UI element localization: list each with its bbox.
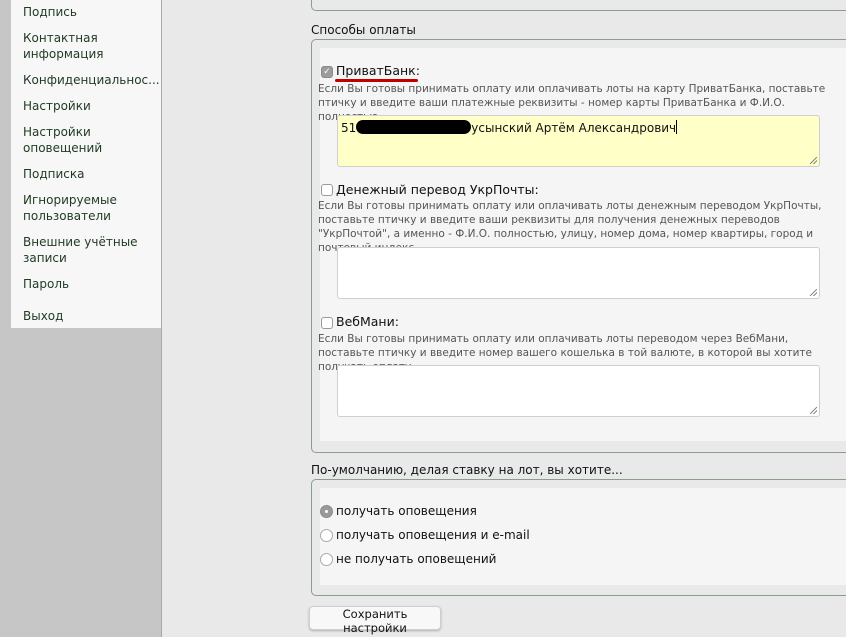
privatbank-checkbox[interactable]: ✓ [321,66,333,78]
privatbank-details-textarea[interactable]: 51 усынский Артём Александрович [337,115,820,167]
payment-legend: Способы оплаты [311,23,416,37]
redaction-mark [356,120,472,134]
previous-fieldset [311,0,846,11]
radio-notify-email-label[interactable]: получать оповещения и e-mail [336,528,530,542]
webmoney-checkbox[interactable] [321,317,333,329]
resize-grip-icon[interactable] [810,157,817,164]
resize-grip-icon[interactable] [810,289,817,296]
ukrposhta-checkbox[interactable] [321,184,333,196]
privatbank-label: ПриватБанк: [336,63,420,78]
save-settings-button[interactable]: Сохранить настройки [309,606,441,635]
radio-no-notify[interactable] [320,553,333,566]
privatbank-value-prefix: 51 [341,121,357,135]
sidebar-item-subscription[interactable]: Подписка [23,166,159,182]
sidebar-item-contact[interactable]: Контактная информация [23,30,133,62]
sidebar-item-privacy[interactable]: Конфиденциальнос... [23,72,159,88]
privatbank-value-suffix: усынский Артём Александрович [471,121,677,135]
text-cursor [676,120,678,134]
sidebar-item-external-accounts[interactable]: Внешние учётные записи [23,234,143,266]
bid-default-legend: По-умолчанию, делая ставку на лот, вы хо… [311,463,623,477]
radio-notify-email[interactable] [320,529,333,542]
sidebar: Подпись Контактная информация Конфиденци… [11,0,161,328]
sidebar-item-ignored-users[interactable]: Игнорируемые пользователи [23,192,133,224]
sidebar-background [11,328,161,637]
ukrposhta-label: Денежный перевод УкрПочты: [336,182,539,197]
ukrposhta-details-textarea[interactable] [337,247,820,299]
webmoney-label: ВебМани: [336,314,399,329]
sidebar-item-signature[interactable]: Подпись [23,4,159,20]
sidebar-item-notification-settings[interactable]: Настройки оповещений [23,124,133,156]
radio-no-notify-label[interactable]: не получать оповещений [336,552,496,566]
left-gutter [0,0,11,637]
resize-grip-icon[interactable] [810,407,817,414]
divider [161,0,162,637]
sidebar-item-password[interactable]: Пароль [23,276,159,292]
webmoney-details-textarea[interactable] [337,365,820,417]
radio-notify-label[interactable]: получать оповещения [336,504,477,518]
sidebar-item-settings[interactable]: Настройки [23,98,159,114]
radio-notify[interactable] [320,505,333,518]
sidebar-item-logout[interactable]: Выход [23,308,159,324]
